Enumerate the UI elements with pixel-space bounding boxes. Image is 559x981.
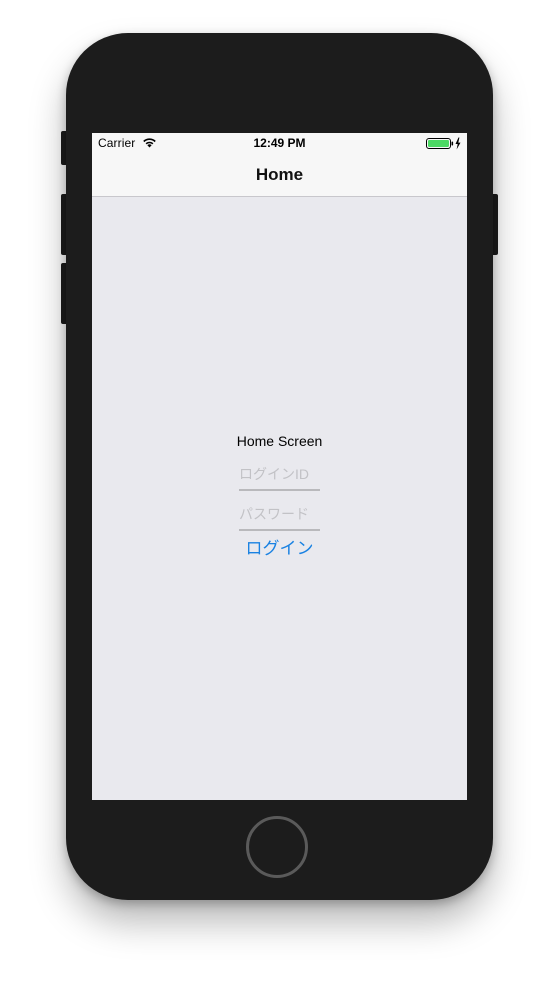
home-button[interactable]: [246, 816, 308, 878]
nav-title: Home: [255, 165, 304, 184]
status-time: 12:49 PM: [253, 136, 306, 150]
status-bar: Carrier 12:49 PM: [92, 133, 467, 153]
password-field[interactable]: [239, 499, 320, 531]
battery-charging-icon: [426, 137, 461, 150]
screen-title-label: Home Screen: [236, 433, 323, 449]
phone-screen: Carrier 12:49 PM Home Home Screen ログイン: [92, 133, 467, 800]
login-id-field[interactable]: [239, 459, 320, 491]
main-content: Home Screen ログイン: [92, 197, 467, 800]
login-button[interactable]: ログイン: [229, 533, 330, 559]
navigation-bar: Home: [92, 153, 467, 197]
